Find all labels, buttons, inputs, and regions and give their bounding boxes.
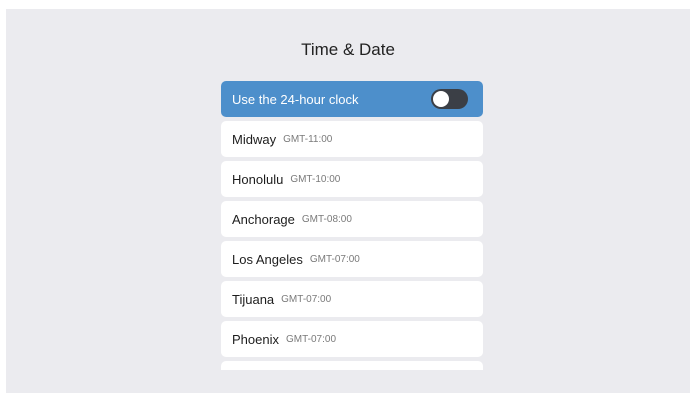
timezone-offset: GMT-11:00 — [283, 133, 333, 145]
timezone-offset: GMT-07:00 — [309, 253, 360, 265]
timezone-row-midway[interactable]: Midway GMT-11:00 — [221, 121, 483, 157]
24-hour-clock-toggle[interactable] — [431, 89, 468, 109]
timezone-row-anchorage[interactable]: Anchorage GMT-08:00 — [221, 201, 483, 237]
timezone-city: Los Angeles — [232, 251, 303, 267]
timezone-city: Anchorage — [232, 211, 295, 227]
timezone-row-phoenix[interactable]: Phoenix GMT-07:00 — [221, 321, 483, 357]
timezone-row-partial[interactable] — [221, 361, 483, 370]
timezone-city: Midway — [232, 131, 277, 147]
timezone-city: Tijuana — [232, 291, 275, 307]
timezone-offset: GMT-08:00 — [301, 213, 352, 225]
timezone-offset: GMT-07:00 — [281, 293, 332, 305]
timezone-row-los-angeles[interactable]: Los Angeles GMT-07:00 — [221, 241, 483, 277]
toggle-knob — [433, 91, 449, 107]
page-title: Time & Date — [301, 40, 395, 59]
timezone-offset: GMT-07:00 — [285, 333, 337, 345]
24-hour-clock-row[interactable]: Use the 24-hour clock — [221, 81, 483, 117]
settings-screen: Time & Date Use the 24-hour clock Midway… — [6, 9, 690, 393]
24-hour-clock-label: Use the 24-hour clock — [232, 91, 359, 107]
timezone-offset: GMT-10:00 — [290, 173, 341, 185]
timezone-row-honolulu[interactable]: Honolulu GMT-10:00 — [221, 161, 483, 197]
timezone-list[interactable]: Use the 24-hour clock Midway GMT-11:00 H… — [221, 81, 483, 370]
timezone-city: Phoenix — [232, 331, 279, 347]
timezone-row-tijuana[interactable]: Tijuana GMT-07:00 — [221, 281, 483, 317]
timezone-city: Honolulu — [232, 171, 284, 187]
